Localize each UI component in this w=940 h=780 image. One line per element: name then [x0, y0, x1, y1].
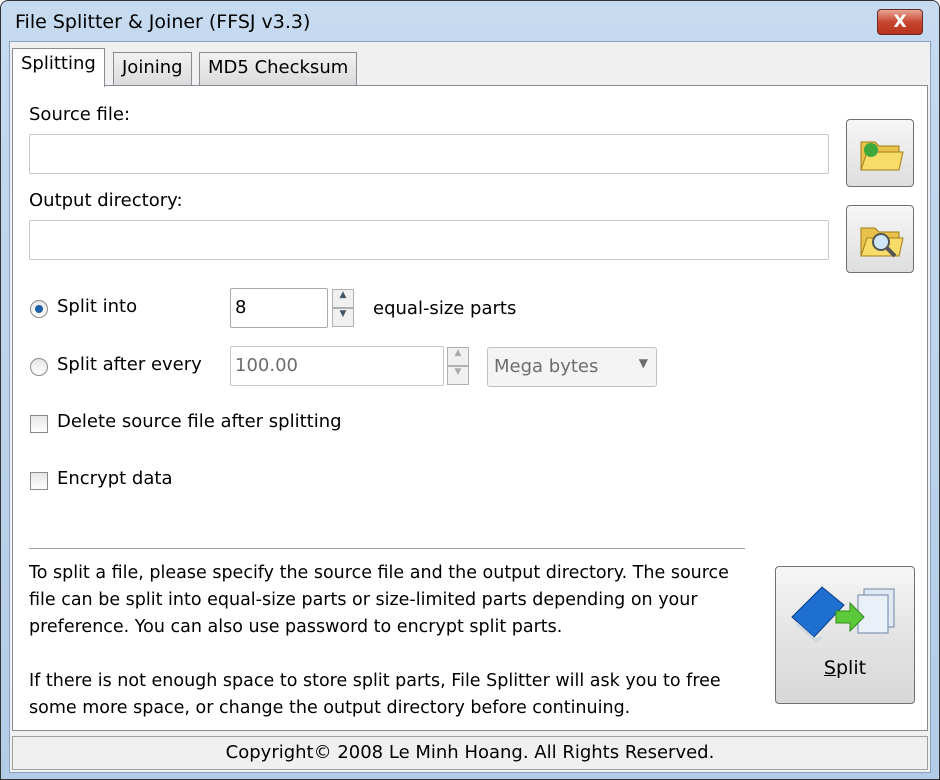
output-directory-input[interactable]: [29, 220, 829, 260]
split-after-every-label: Split after every: [57, 354, 202, 375]
size-decrement-button[interactable]: ▼: [447, 366, 469, 385]
output-directory-label: Output directory:: [29, 190, 183, 211]
source-file-input[interactable]: [29, 134, 829, 174]
encrypt-data-label: Encrypt data: [57, 468, 173, 489]
client-area: Splitting Joining MD5 Checksum Source fi…: [9, 41, 931, 773]
app-window: File Splitter & Joiner (FFSJ v3.3) X Spl…: [0, 0, 940, 780]
split-accesskey: S: [823, 657, 836, 679]
close-button[interactable]: X: [877, 9, 923, 35]
chevron-down-icon: ▼: [638, 356, 648, 370]
delete-source-checkbox[interactable]: [30, 415, 48, 433]
help-text: To split a file, please specify the sour…: [29, 560, 779, 722]
status-bar: Copyright© 2008 Le Minh Hoang. All Right…: [12, 736, 928, 770]
split-into-label: Split into: [57, 296, 138, 317]
size-unit-value: Mega bytes: [494, 356, 599, 377]
parts-decrement-button[interactable]: ▼: [332, 308, 354, 327]
split-label-rest: plit: [835, 657, 867, 679]
source-file-label: Source file:: [29, 104, 131, 125]
size-increment-button[interactable]: ▲: [447, 347, 469, 366]
tab-splitting[interactable]: Splitting: [12, 48, 105, 87]
splitting-panel: Source file: Output directory: Split int…: [12, 85, 928, 731]
help-paragraph-2: If there is not enough space to store sp…: [29, 671, 721, 718]
browse-source-button[interactable]: [846, 119, 914, 187]
size-unit-select[interactable]: Mega bytes ▼: [487, 347, 657, 387]
split-into-radio[interactable]: [30, 300, 48, 318]
split-button-label: Split: [776, 657, 914, 679]
delete-source-label: Delete source file after splitting: [57, 411, 342, 432]
folder-open-icon: [860, 141, 904, 171]
encrypt-data-checkbox[interactable]: [30, 472, 48, 490]
help-paragraph-1: To split a file, please specify the sour…: [29, 563, 729, 637]
split-after-every-radio[interactable]: [30, 358, 48, 376]
tab-joining[interactable]: Joining: [113, 52, 192, 86]
split-size-input[interactable]: 100.00: [230, 346, 444, 386]
equal-size-parts-label: equal-size parts: [373, 298, 517, 319]
book-to-pages-icon: [791, 586, 895, 643]
divider: [29, 548, 745, 549]
folder-search-icon: [860, 227, 904, 258]
tab-md5-checksum[interactable]: MD5 Checksum: [199, 52, 358, 86]
window-title: File Splitter & Joiner (FFSJ v3.3): [15, 11, 311, 33]
split-button[interactable]: Split: [775, 566, 915, 704]
browse-output-button[interactable]: [846, 205, 914, 273]
split-into-parts-input[interactable]: 8: [230, 288, 328, 328]
parts-increment-button[interactable]: ▲: [332, 289, 354, 308]
